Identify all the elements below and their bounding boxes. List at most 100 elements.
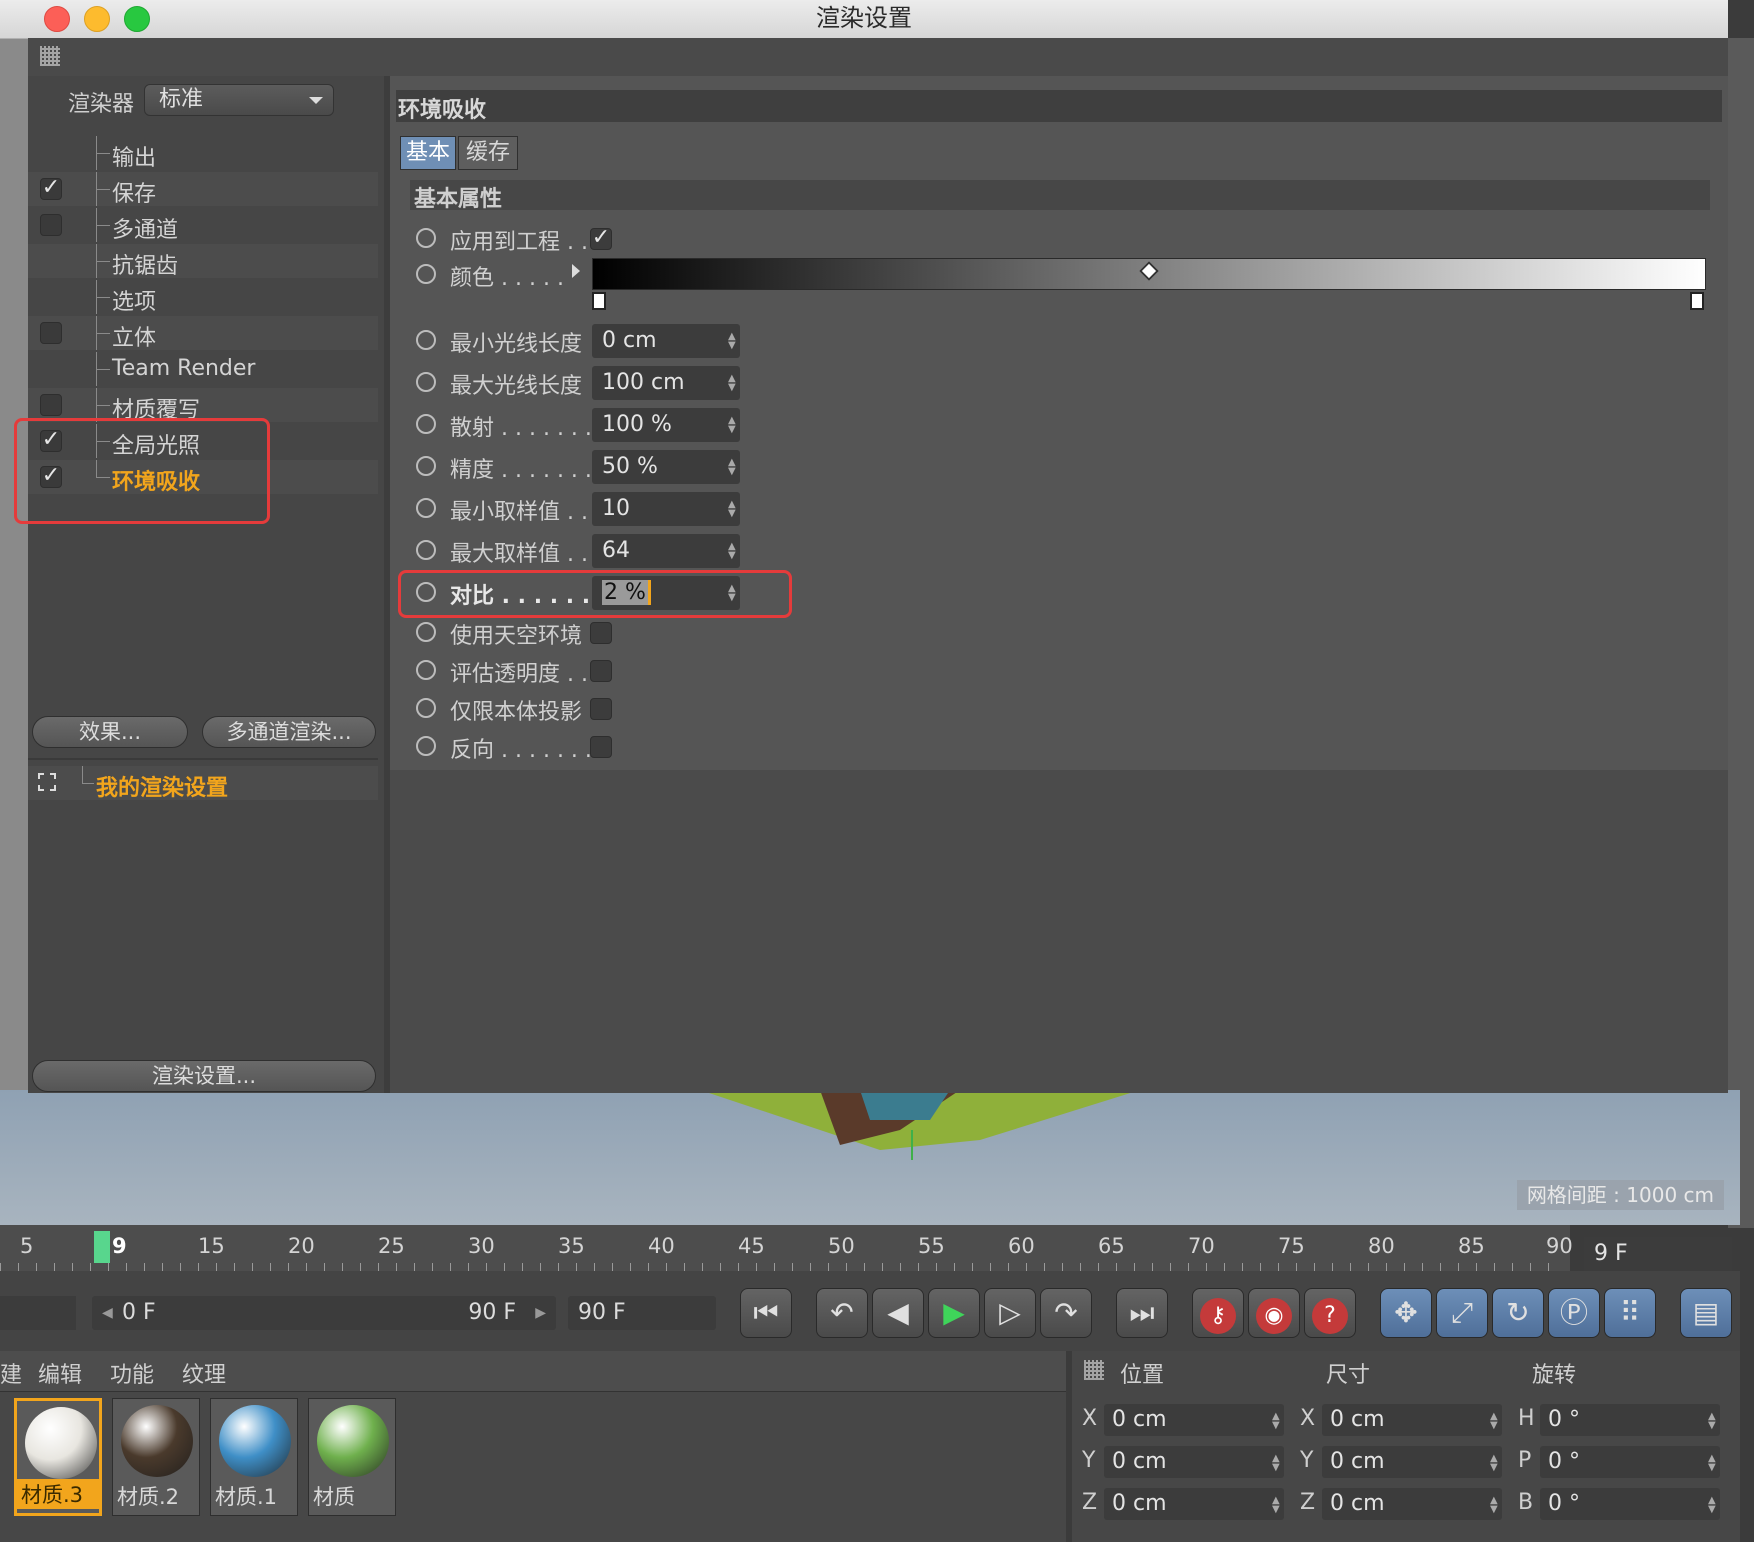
apply-checkbox[interactable]: ✓ xyxy=(590,227,612,250)
tree-item[interactable]: 选项 xyxy=(28,280,378,315)
play-button[interactable]: ▶ xyxy=(928,1288,980,1338)
tree-item-checkbox[interactable] xyxy=(40,322,62,344)
timeline-window-button[interactable]: ▤ xyxy=(1680,1288,1732,1338)
grip-icon[interactable] xyxy=(40,46,60,66)
multipass-render-button[interactable]: 多通道渲染... xyxy=(202,716,376,748)
grip-icon[interactable] xyxy=(1084,1360,1104,1380)
tree-item-checkbox[interactable] xyxy=(40,214,62,236)
material-menu-item[interactable]: 编辑 xyxy=(38,1357,82,1389)
dispersion-field[interactable]: 100 % ▲ ▼ xyxy=(592,408,740,442)
end-frame-field[interactable]: 90 F xyxy=(568,1296,716,1330)
coord-size-z-field[interactable]: 0 cm ▲ ▼ xyxy=(1322,1488,1502,1520)
stepper-arrows-icon[interactable]: ▲ ▼ xyxy=(728,542,736,561)
playhead[interactable] xyxy=(94,1231,110,1263)
preset-row[interactable]: 我的渲染设置 xyxy=(28,766,378,801)
coord-position-z-field[interactable]: 0 cm ▲ ▼ xyxy=(1104,1488,1284,1520)
coord-size-x-field[interactable]: 0 cm ▲ ▼ xyxy=(1322,1404,1502,1436)
max-ray-field[interactable]: 100 cm ▲ ▼ xyxy=(592,366,740,400)
stepper-arrows-icon[interactable]: ▲ ▼ xyxy=(728,500,736,519)
stepper-arrows-icon[interactable]: ▲ ▼ xyxy=(728,416,736,435)
coord-rotation-b-field[interactable]: 0 ° ▲ ▼ xyxy=(1540,1488,1720,1520)
stepper-arrows-icon[interactable]: ▲ ▼ xyxy=(1490,1412,1498,1431)
animate-radio[interactable] xyxy=(416,414,436,434)
min-ray-field[interactable]: 0 cm ▲ ▼ xyxy=(592,324,740,358)
next-frame-button[interactable]: ▷ xyxy=(984,1288,1036,1338)
triangle-right-icon[interactable] xyxy=(572,264,580,278)
tree-item[interactable]: 立体 xyxy=(28,316,378,351)
stepper-arrows-icon[interactable]: ▲ ▼ xyxy=(728,332,736,351)
tab-cache[interactable]: 缓存 xyxy=(458,136,518,170)
accuracy-field[interactable]: 50 % ▲ ▼ xyxy=(592,450,740,484)
stepper-arrows-icon[interactable]: ▲ ▼ xyxy=(1708,1412,1716,1431)
animate-radio[interactable] xyxy=(416,456,436,476)
stepper-arrows-icon[interactable]: ▲ ▼ xyxy=(1708,1454,1716,1473)
stepper-arrows-icon[interactable]: ▲ ▼ xyxy=(728,374,736,393)
animate-radio[interactable] xyxy=(416,372,436,392)
animate-radio[interactable] xyxy=(416,228,436,248)
record-keys-button[interactable]: ⚷ xyxy=(1192,1288,1244,1338)
tree-item[interactable]: 抗锯齿 xyxy=(28,244,378,279)
keyframe-selection-button[interactable]: ? xyxy=(1304,1288,1356,1338)
effects-button[interactable]: 效果... xyxy=(32,716,188,748)
stepper-arrows-icon[interactable]: ▲ ▼ xyxy=(1272,1454,1280,1473)
current-frame-field[interactable]: 9 F xyxy=(1584,1237,1732,1271)
min-samples-field[interactable]: 10 ▲ ▼ xyxy=(592,492,740,526)
coord-size-y-field[interactable]: 0 cm ▲ ▼ xyxy=(1322,1446,1502,1478)
tree-item-checkbox[interactable]: ✓ xyxy=(40,177,62,200)
tree-item[interactable]: 输出 xyxy=(28,136,378,171)
autokey-button[interactable]: ◉ xyxy=(1248,1288,1300,1338)
tree-item[interactable]: ✓ 保存 xyxy=(28,172,378,207)
stepper-arrows-icon[interactable]: ▲ ▼ xyxy=(1490,1454,1498,1473)
position-key-button[interactable]: ✥ xyxy=(1380,1288,1432,1338)
material-swatch[interactable]: 材质 xyxy=(308,1398,396,1516)
previous-frame-button[interactable]: ◀ xyxy=(872,1288,924,1338)
next-key-button[interactable]: ↷ xyxy=(1040,1288,1092,1338)
animate-radio[interactable] xyxy=(416,540,436,560)
max-samples-field[interactable]: 64 ▲ ▼ xyxy=(592,534,740,568)
material-swatch[interactable]: 材质.1 xyxy=(210,1398,298,1516)
tree-item[interactable]: 多通道 xyxy=(28,208,378,243)
tree-item-checkbox[interactable] xyxy=(40,394,62,416)
tree-item[interactable]: 材质覆写 xyxy=(28,388,378,423)
transparency-checkbox[interactable] xyxy=(590,660,612,682)
invert-checkbox[interactable] xyxy=(590,736,612,758)
animate-radio[interactable] xyxy=(416,736,436,756)
go-to-start-button[interactable]: ⏮ xyxy=(740,1288,792,1338)
animate-radio[interactable] xyxy=(416,330,436,350)
stepper-arrows-icon[interactable]: ▲ ▼ xyxy=(1708,1496,1716,1515)
previous-key-button[interactable]: ↶ xyxy=(816,1288,868,1338)
animate-radio[interactable] xyxy=(416,698,436,718)
render-settings-button[interactable]: 渲染设置... xyxy=(32,1060,376,1092)
scale-key-button[interactable]: ⤢ xyxy=(1436,1288,1488,1338)
material-menu-item[interactable]: 建 xyxy=(0,1357,22,1389)
animate-radio[interactable] xyxy=(416,622,436,642)
renderer-select[interactable]: 标准 xyxy=(144,84,334,116)
tree-item[interactable]: Team Render xyxy=(28,352,378,386)
coord-position-y-field[interactable]: 0 cm ▲ ▼ xyxy=(1104,1446,1284,1478)
expand-icon[interactable] xyxy=(38,773,56,791)
material-menu-item[interactable]: 纹理 xyxy=(182,1357,226,1389)
material-menu-item[interactable]: 功能 xyxy=(110,1357,154,1389)
rotation-key-button[interactable]: ↻ xyxy=(1492,1288,1544,1338)
sky-checkbox[interactable] xyxy=(590,622,612,644)
3d-viewport[interactable] xyxy=(0,1090,1740,1225)
tab-basic[interactable]: 基本 xyxy=(400,136,456,170)
stepper-arrows-icon[interactable]: ▲ ▼ xyxy=(728,458,736,477)
animate-radio[interactable] xyxy=(416,660,436,680)
point-level-button[interactable]: ⠿ xyxy=(1604,1288,1656,1338)
coord-rotation-p-field[interactable]: 0 ° ▲ ▼ xyxy=(1540,1446,1720,1478)
stepper-arrows-icon[interactable]: ▲ ▼ xyxy=(1272,1496,1280,1515)
stepper-arrows-icon[interactable]: ▲ ▼ xyxy=(1272,1412,1280,1431)
parameter-key-button[interactable]: Ⓟ xyxy=(1548,1288,1600,1338)
start-frame-field[interactable] xyxy=(0,1296,76,1330)
coord-rotation-h-field[interactable]: 0 ° ▲ ▼ xyxy=(1540,1404,1720,1436)
material-swatch[interactable]: 材质.2 xyxy=(112,1398,200,1516)
gradient-stop-start[interactable] xyxy=(592,292,606,310)
stepper-arrows-icon[interactable]: ▲ ▼ xyxy=(1490,1496,1498,1515)
material-swatch[interactable]: 材质.3 xyxy=(14,1398,102,1516)
self-shadow-checkbox[interactable] xyxy=(590,698,612,720)
gradient-stop-end[interactable] xyxy=(1690,292,1704,310)
animate-radio[interactable] xyxy=(416,264,436,284)
coord-position-x-field[interactable]: 0 cm ▲ ▼ xyxy=(1104,1404,1284,1436)
go-to-end-button[interactable]: ⏭ xyxy=(1116,1288,1168,1338)
